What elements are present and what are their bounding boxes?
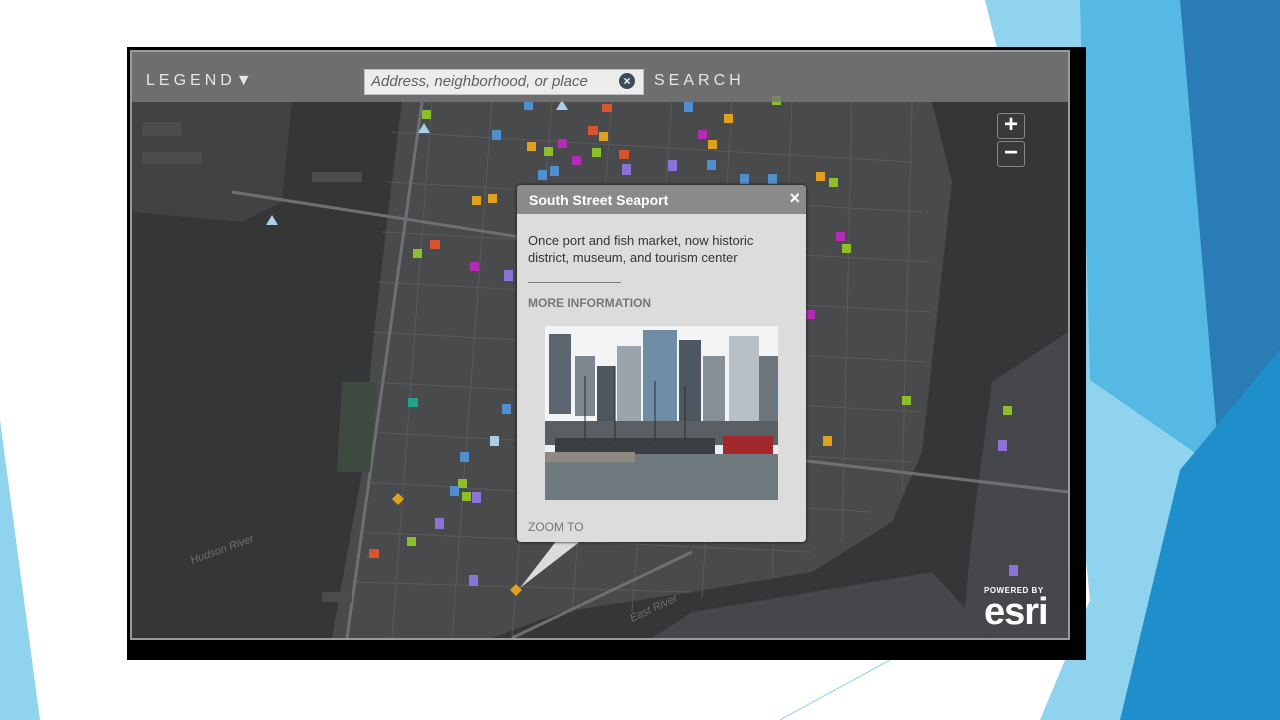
search-box: ×	[364, 69, 644, 95]
zoom-out-button[interactable]: −	[997, 141, 1025, 167]
search-button[interactable]: SEARCH	[654, 72, 745, 90]
esri-brand: esri	[984, 591, 1049, 633]
triangle-down-icon: ▼	[235, 72, 256, 89]
clear-x-icon[interactable]: ×	[619, 73, 635, 89]
popup-title: South Street Seaport	[529, 192, 669, 208]
popup-description: Once port and fish market, now historic …	[528, 233, 754, 265]
zoom-to-link[interactable]: ZOOM TO	[528, 520, 584, 534]
popup-header: South Street Seaport ×	[517, 185, 806, 214]
map-view[interactable]: Hudson River East River LEGEND▼ Address,…	[130, 50, 1070, 640]
close-icon[interactable]: ×	[789, 188, 800, 209]
seaport-photo	[545, 326, 778, 500]
popup-pointer	[520, 540, 582, 588]
zoom-in-button[interactable]: +	[997, 113, 1025, 139]
info-popup: South Street Seaport × Once port and fis…	[517, 185, 806, 542]
legend-label: LEGEND	[146, 72, 236, 89]
esri-logo: POWERED BY esri	[984, 586, 1049, 633]
divider	[528, 282, 621, 283]
zoom-controls: + −	[997, 113, 1025, 169]
map-frame: Hudson River East River LEGEND▼ Address,…	[127, 47, 1086, 660]
marker-teal[interactable]	[408, 398, 418, 407]
search-input[interactable]	[365, 70, 611, 92]
legend-button[interactable]: LEGEND▼	[146, 72, 256, 90]
more-information-link[interactable]: MORE INFORMATION	[528, 296, 651, 310]
map-toolbar: LEGEND▼ × SEARCH	[132, 52, 1068, 102]
